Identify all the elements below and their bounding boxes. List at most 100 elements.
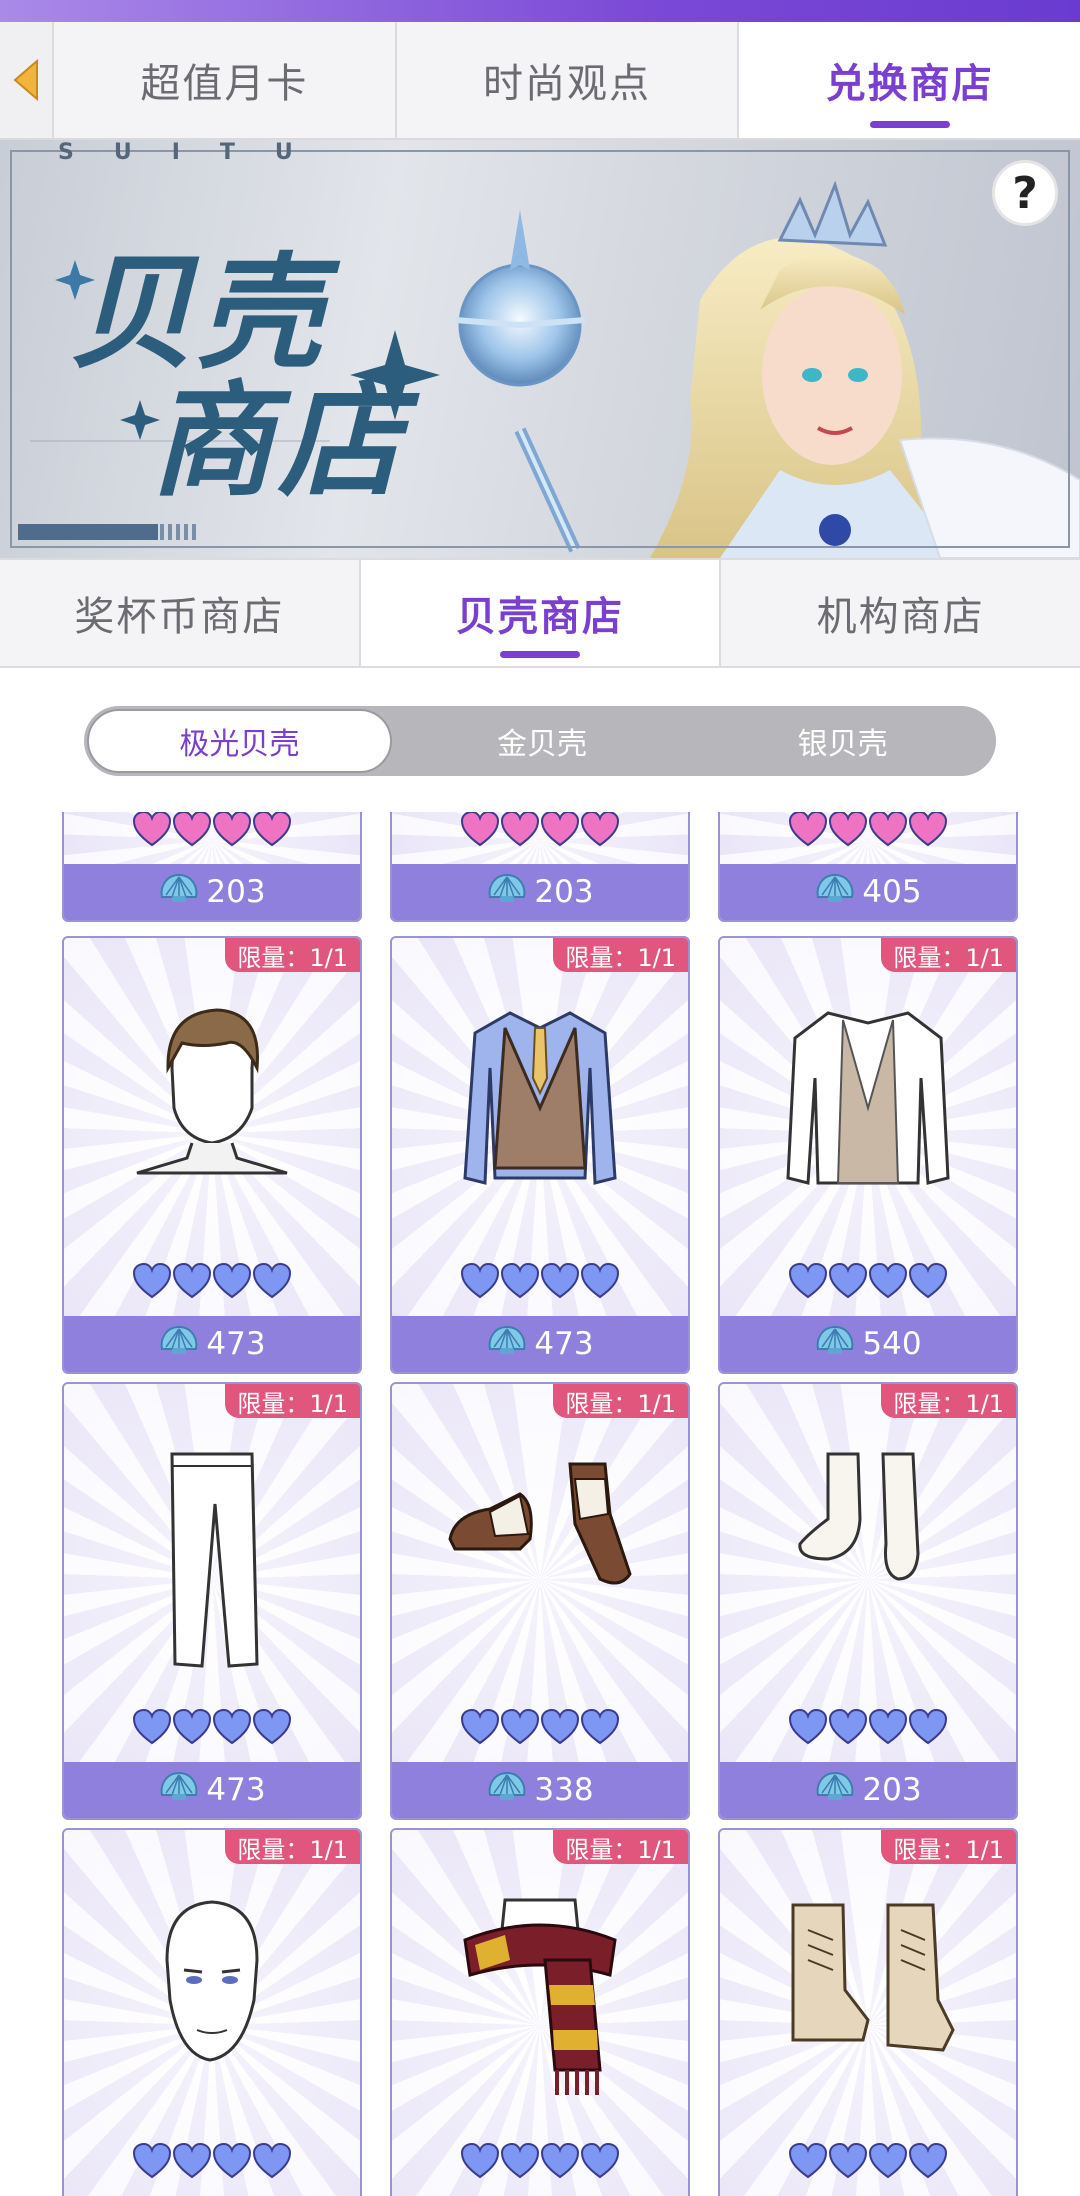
price-value: 473 bbox=[206, 1772, 266, 1808]
heart-icon bbox=[580, 2142, 620, 2184]
price-bar: 203 bbox=[64, 864, 360, 920]
segment-aurora-shell[interactable]: 极光贝壳 bbox=[87, 709, 392, 773]
rarity-hearts bbox=[64, 1262, 360, 1304]
heart-icon bbox=[172, 1708, 212, 1750]
shop-item-card[interactable]: 限量：1/1 338 bbox=[390, 1382, 690, 1820]
shell-currency-icon bbox=[814, 1323, 856, 1365]
heart-icon bbox=[172, 812, 212, 852]
tab-trophy-coin-shop[interactable]: 奖杯币商店 bbox=[0, 560, 361, 666]
shop-item-card[interactable]: 203 bbox=[390, 812, 690, 922]
price-bar: 203 bbox=[392, 864, 688, 920]
heart-icon bbox=[788, 1262, 828, 1304]
shop-item-card[interactable]: 限量：1/1 540 bbox=[718, 936, 1018, 1374]
limit-badge: 限量：1/1 bbox=[881, 1384, 1016, 1418]
heart-icon bbox=[500, 1262, 540, 1304]
heart-icon bbox=[580, 812, 620, 852]
sub-tab-bar: 奖杯币商店 贝壳商店 机构商店 bbox=[0, 558, 1080, 668]
price-value: 203 bbox=[206, 874, 266, 910]
banner-title-line2: 商店 bbox=[150, 369, 407, 514]
heart-icon bbox=[500, 2142, 540, 2184]
help-button[interactable]: ? bbox=[992, 160, 1058, 226]
rarity-hearts bbox=[392, 812, 688, 852]
white-jacket-icon bbox=[783, 998, 953, 1202]
rarity-hearts bbox=[64, 1708, 360, 1750]
rarity-hearts bbox=[720, 812, 1016, 852]
price-bar: 338 bbox=[392, 1762, 688, 1818]
heart-icon bbox=[540, 1708, 580, 1750]
shop-banner: SUITU 贝壳 商店 bbox=[0, 140, 1080, 558]
segment-gold-shell[interactable]: 金贝壳 bbox=[392, 709, 693, 773]
heart-icon bbox=[212, 1708, 252, 1750]
rarity-hearts bbox=[392, 1708, 688, 1750]
heart-icon bbox=[460, 1262, 500, 1304]
heart-icon bbox=[868, 2142, 908, 2184]
limit-badge: 限量：1/1 bbox=[225, 1384, 360, 1418]
heart-icon bbox=[252, 2142, 292, 2184]
price-bar: 473 bbox=[64, 1762, 360, 1818]
limit-badge: 限量：1/1 bbox=[881, 1830, 1016, 1864]
hairstyle-icon bbox=[132, 998, 292, 1182]
heart-icon bbox=[132, 812, 172, 852]
shell-currency-icon bbox=[486, 871, 528, 913]
heart-icon bbox=[212, 812, 252, 852]
price-bar: 405 bbox=[720, 864, 1016, 920]
heart-icon bbox=[500, 812, 540, 852]
price-bar: 203 bbox=[720, 1762, 1016, 1818]
shop-item-card[interactable]: 405 bbox=[718, 812, 1018, 922]
shop-item-card[interactable]: 限量：1/1 473 bbox=[390, 936, 690, 1374]
rarity-hearts bbox=[720, 1708, 1016, 1750]
heart-icon bbox=[908, 2142, 948, 2184]
heart-icon bbox=[580, 1262, 620, 1304]
heart-icon bbox=[868, 812, 908, 852]
tab-agency-shop[interactable]: 机构商店 bbox=[721, 560, 1080, 666]
shell-type-selector: 极光贝壳 金贝壳 银贝壳 bbox=[84, 706, 996, 776]
heart-icon bbox=[540, 2142, 580, 2184]
heart-icon bbox=[172, 2142, 212, 2184]
striped-scarf-icon bbox=[445, 1890, 635, 2104]
rarity-hearts bbox=[392, 2142, 688, 2184]
shop-item-card[interactable]: 限量：1/1 bbox=[390, 1828, 690, 2196]
heart-icon bbox=[500, 1708, 540, 1750]
rarity-hearts bbox=[720, 1262, 1016, 1304]
shop-item-card[interactable]: 限量：1/1 473 bbox=[62, 1382, 362, 1820]
limit-badge: 限量：1/1 bbox=[881, 938, 1016, 972]
tab-exchange-shop[interactable]: 兑换商店 bbox=[739, 22, 1080, 138]
shop-item-card[interactable]: 限量：1/1 bbox=[62, 1828, 362, 2196]
rarity-hearts bbox=[64, 2142, 360, 2184]
limit-badge: 限量：1/1 bbox=[225, 1830, 360, 1864]
price-value: 338 bbox=[534, 1772, 594, 1808]
brogue-shoes-icon bbox=[440, 1444, 640, 1598]
heart-icon bbox=[460, 2142, 500, 2184]
rarity-hearts bbox=[720, 2142, 1016, 2184]
segment-silver-shell[interactable]: 银贝壳 bbox=[692, 709, 993, 773]
heart-icon bbox=[828, 812, 868, 852]
shell-currency-icon bbox=[158, 1323, 200, 1365]
heart-icon bbox=[172, 1262, 212, 1304]
shop-item-card[interactable]: 限量：1/1 203 bbox=[718, 1382, 1018, 1820]
price-value: 473 bbox=[534, 1326, 594, 1362]
back-arrow-icon bbox=[13, 58, 38, 102]
shop-item-card[interactable]: 限量：1/1 473 bbox=[62, 936, 362, 1374]
tab-monthly-card[interactable]: 超值月卡 bbox=[54, 22, 397, 138]
heart-icon bbox=[540, 812, 580, 852]
price-value: 203 bbox=[534, 874, 594, 910]
shop-item-card[interactable]: 203 bbox=[62, 812, 362, 922]
vest-shirt-icon bbox=[455, 998, 625, 1202]
tab-shell-shop[interactable]: 贝壳商店 bbox=[360, 560, 722, 666]
shell-currency-icon bbox=[486, 1769, 528, 1811]
heart-icon bbox=[212, 1262, 252, 1304]
heart-icon bbox=[788, 812, 828, 852]
face-icon bbox=[142, 1890, 282, 2074]
tab-fashion-view[interactable]: 时尚观点 bbox=[397, 22, 740, 138]
heart-icon bbox=[828, 1708, 868, 1750]
heart-icon bbox=[828, 1262, 868, 1304]
limit-badge: 限量：1/1 bbox=[225, 938, 360, 972]
shell-currency-icon bbox=[158, 871, 200, 913]
shell-currency-icon bbox=[486, 1323, 528, 1365]
shop-item-card[interactable]: 限量：1/1 bbox=[718, 1828, 1018, 2196]
price-value: 203 bbox=[862, 1772, 922, 1808]
back-button[interactable] bbox=[0, 22, 54, 138]
heart-icon bbox=[868, 1708, 908, 1750]
limit-badge: 限量：1/1 bbox=[553, 1830, 688, 1864]
banner-deco-stripes bbox=[160, 524, 198, 540]
